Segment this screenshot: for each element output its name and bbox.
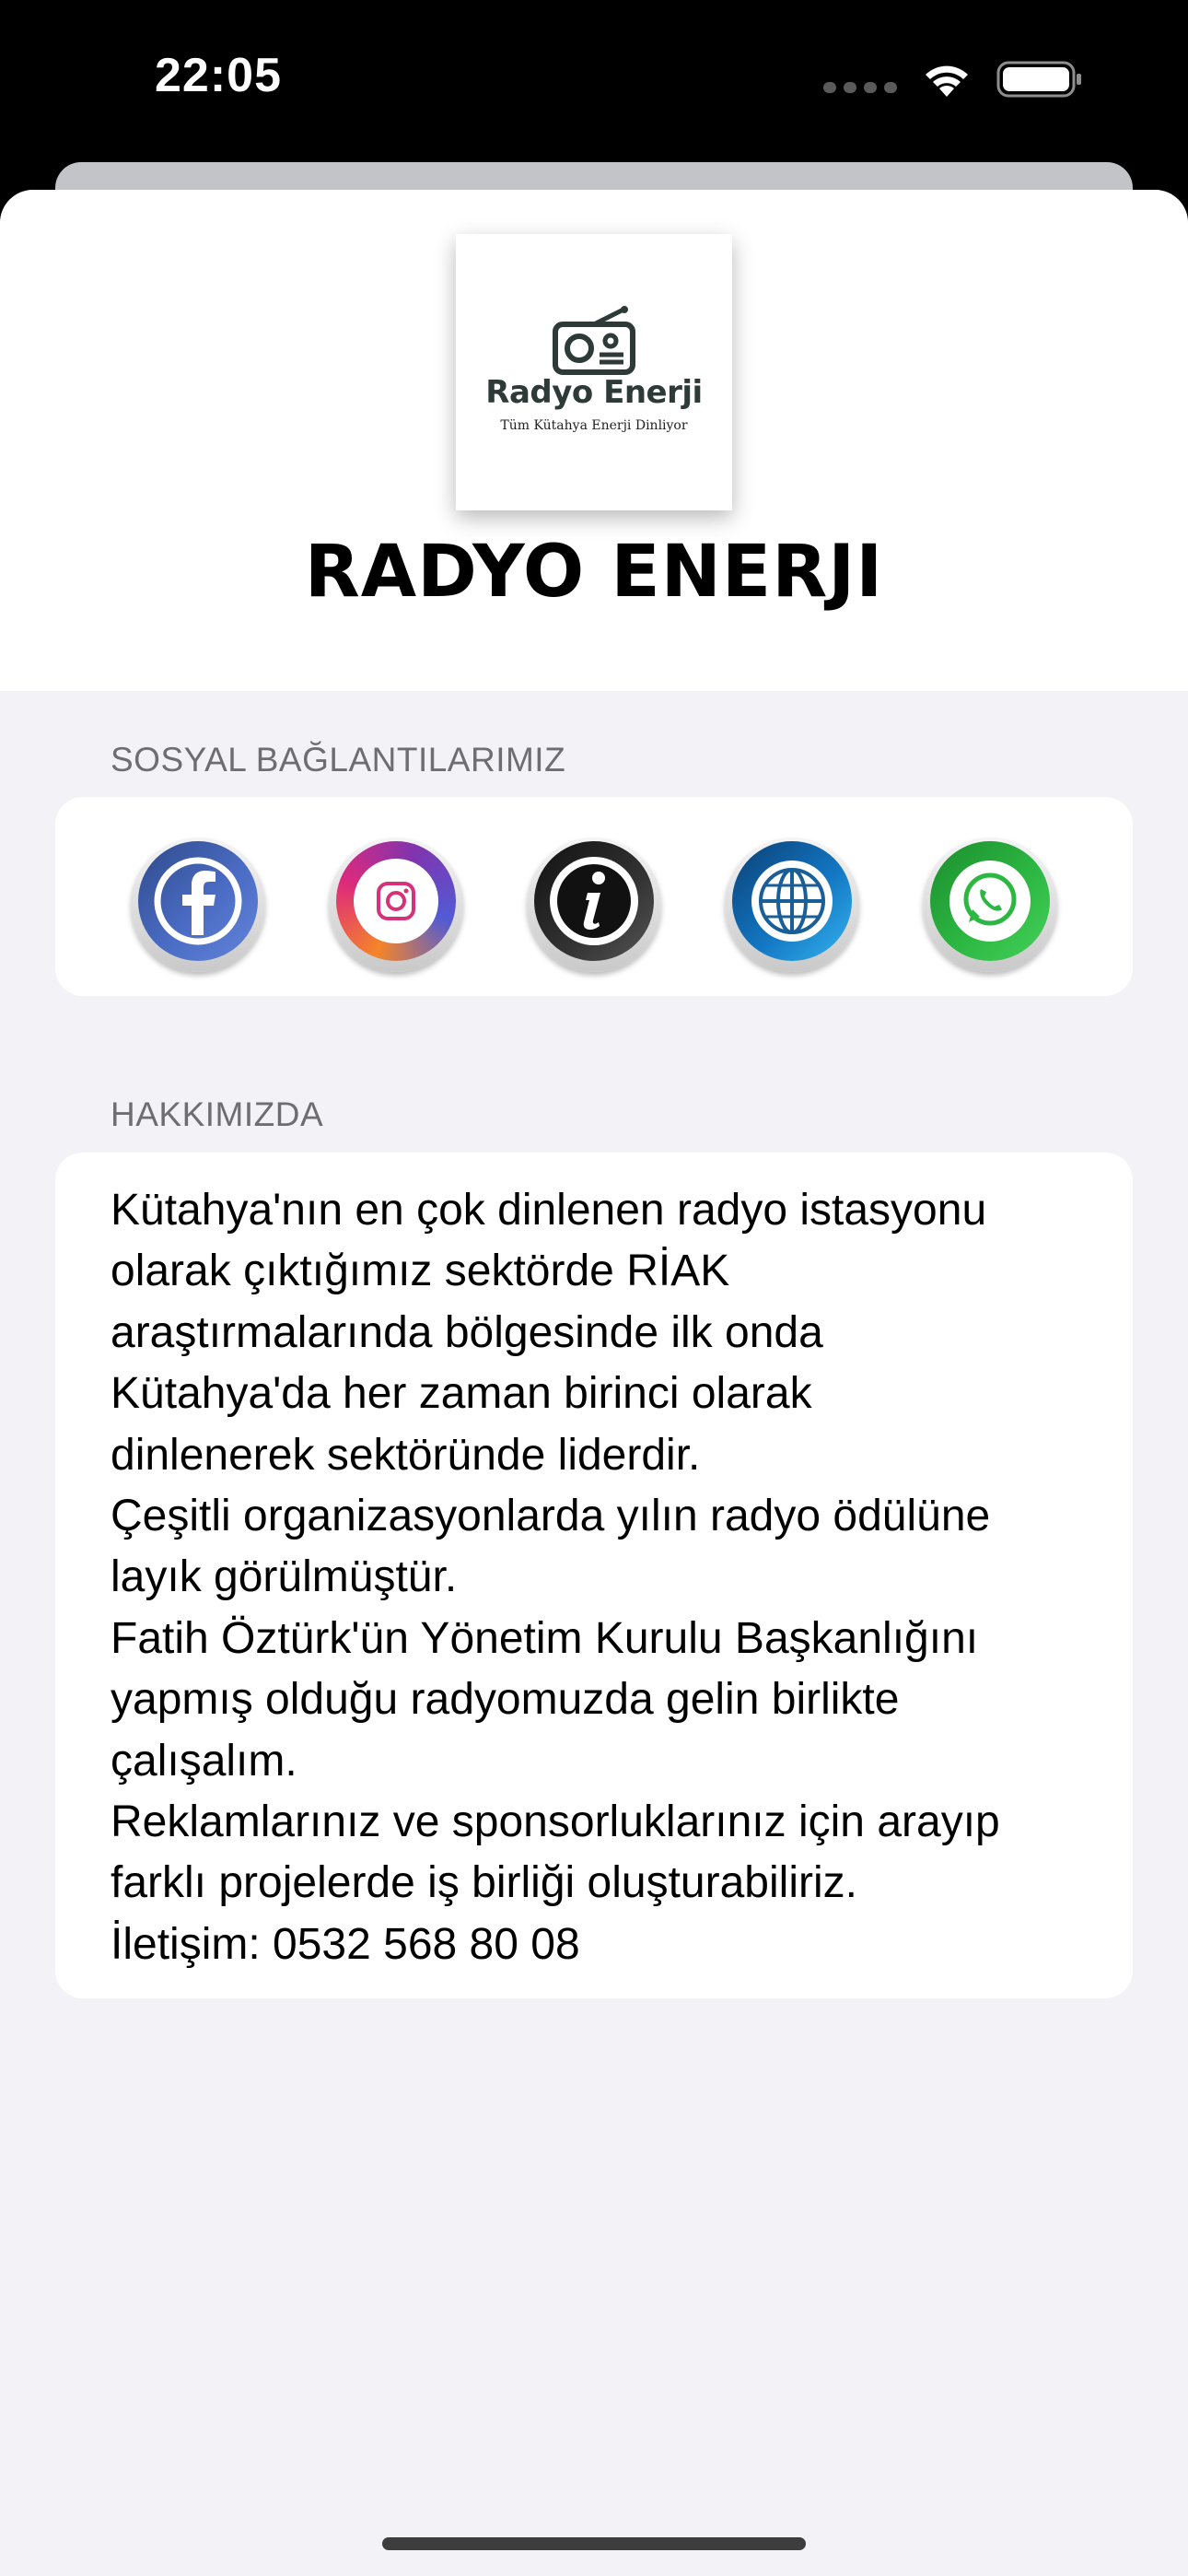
about-card: Kütahya'nın en çok dinlenen radyo istasy…	[55, 1153, 1133, 1998]
station-logo: Radyo Enerji Tüm Kütahya Enerji Dinliyor	[456, 234, 732, 510]
status-bar: 22:05	[0, 0, 1188, 164]
whatsapp-button[interactable]	[923, 837, 1057, 972]
status-time: 22:05	[155, 49, 282, 102]
radio-icon	[553, 306, 635, 375]
website-button[interactable]	[725, 837, 859, 972]
instagram-icon	[336, 841, 456, 961]
globe-icon	[732, 841, 852, 961]
about-section-title: HAKKIMIZDA	[111, 1095, 324, 1133]
home-indicator[interactable]	[382, 2537, 806, 2550]
station-title: RADYO ENERJI	[304, 531, 884, 614]
social-section-title: SOSYAL BAĞLANTILARIMIZ	[111, 741, 566, 779]
logo-tagline: Tüm Kütahya Enerji Dinliyor	[500, 418, 688, 433]
facebook-icon	[138, 841, 258, 961]
facebook-button[interactable]	[131, 837, 265, 972]
wifi-icon	[926, 65, 968, 97]
info-icon	[534, 841, 654, 961]
social-links-card	[55, 797, 1133, 996]
about-text: Kütahya'nın en çok dinlenen radyo istasy…	[111, 1186, 1000, 1969]
station-header: Radyo Enerji Tüm Kütahya Enerji Dinliyor…	[0, 190, 1188, 691]
cellular-signal-icon	[823, 82, 897, 93]
whatsapp-icon	[930, 841, 1050, 961]
status-icons	[823, 59, 1085, 100]
instagram-button[interactable]	[329, 837, 463, 972]
info-button[interactable]	[527, 837, 661, 972]
battery-icon	[996, 61, 1081, 98]
logo-name: Radyo Enerji	[485, 374, 703, 411]
modal-sheet: Radyo Enerji Tüm Kütahya Enerji Dinliyor…	[0, 190, 1188, 2576]
